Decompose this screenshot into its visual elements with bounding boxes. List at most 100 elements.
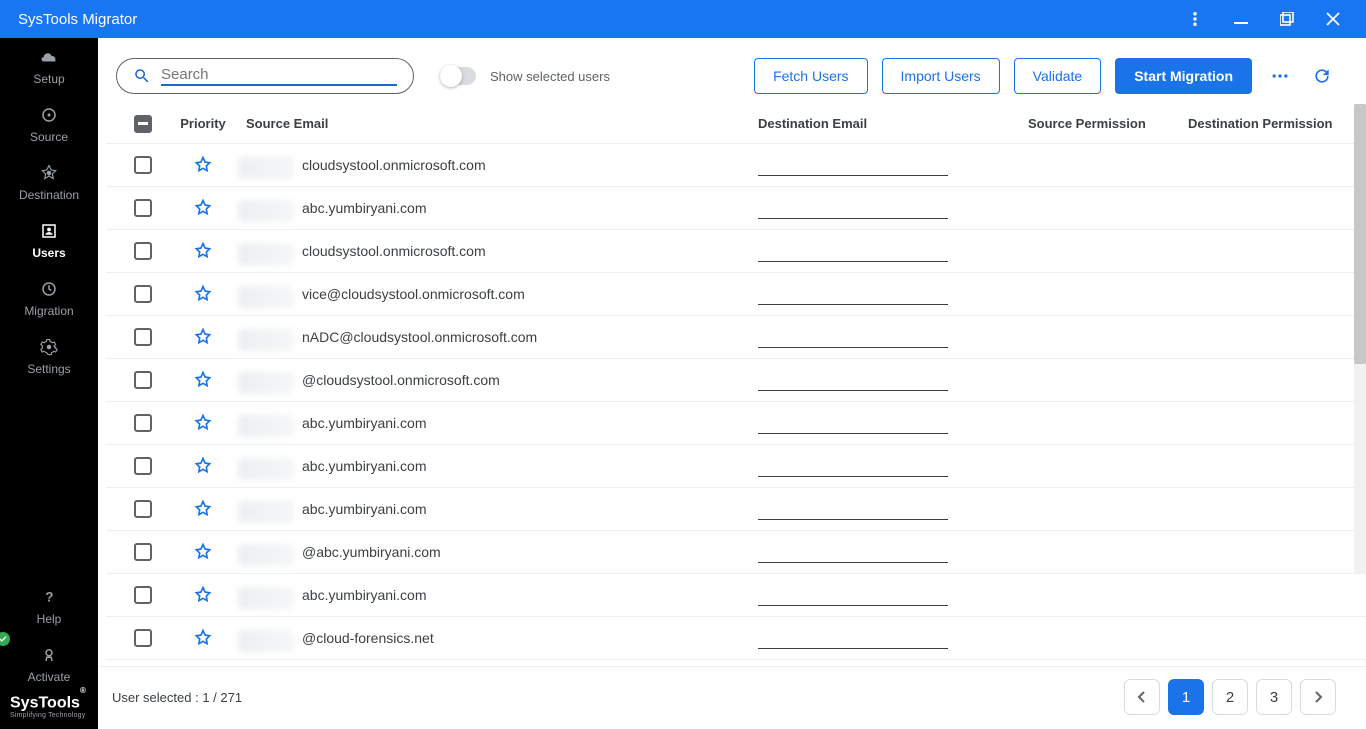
app-title: SysTools Migrator bbox=[18, 11, 137, 28]
destination-email-input[interactable] bbox=[758, 154, 948, 176]
table-row[interactable]: @abc.yumbiryani.com bbox=[106, 531, 1366, 574]
sidebar: Setup Source Destination Users Migration… bbox=[0, 38, 98, 729]
import-users-button[interactable]: Import Users bbox=[882, 58, 1000, 94]
page-2-button[interactable]: 2 bbox=[1212, 679, 1248, 715]
redacted-text bbox=[238, 286, 294, 308]
sidebar-item-migration[interactable]: Migration bbox=[0, 270, 98, 328]
sidebar-item-activate[interactable]: Activate bbox=[0, 636, 98, 694]
priority-star[interactable] bbox=[168, 155, 238, 175]
destination-email-input[interactable] bbox=[758, 369, 948, 391]
priority-star[interactable] bbox=[168, 370, 238, 390]
sidebar-item-source[interactable]: Source bbox=[0, 96, 98, 154]
destination-email-input[interactable] bbox=[758, 627, 948, 649]
start-migration-button[interactable]: Start Migration bbox=[1115, 58, 1252, 94]
redacted-text bbox=[238, 630, 294, 652]
priority-star[interactable] bbox=[168, 284, 238, 304]
search-box[interactable] bbox=[116, 58, 414, 94]
users-table: Priority Source Email Destination Email … bbox=[106, 104, 1366, 666]
close-button[interactable] bbox=[1310, 0, 1356, 38]
row-checkbox[interactable] bbox=[134, 543, 152, 561]
destination-email-input[interactable] bbox=[758, 240, 948, 262]
sidebar-item-settings[interactable]: Settings bbox=[0, 328, 98, 386]
priority-star[interactable] bbox=[168, 456, 238, 476]
destination-email-input[interactable] bbox=[758, 498, 948, 520]
priority-star[interactable] bbox=[168, 585, 238, 605]
row-checkbox[interactable] bbox=[134, 371, 152, 389]
page-1-button[interactable]: 1 bbox=[1168, 679, 1204, 715]
redacted-text bbox=[238, 157, 294, 179]
col-source-email[interactable]: Source Email bbox=[238, 116, 758, 131]
row-checkbox[interactable] bbox=[134, 285, 152, 303]
table-row[interactable]: abc.yumbiryani.com bbox=[106, 402, 1366, 445]
more-options-button[interactable] bbox=[1266, 58, 1294, 94]
table-row[interactable]: abc.yumbiryani.com bbox=[106, 574, 1366, 617]
sidebar-label-migration: Migration bbox=[24, 304, 73, 318]
destination-email-input[interactable] bbox=[758, 283, 948, 305]
source-email-text: @cloud-forensics.net bbox=[302, 630, 434, 646]
priority-star[interactable] bbox=[168, 241, 238, 261]
sidebar-item-help[interactable]: ? Help bbox=[0, 578, 98, 636]
page-3-button[interactable]: 3 bbox=[1256, 679, 1292, 715]
menu-dots-icon[interactable] bbox=[1172, 0, 1218, 38]
col-source-permission[interactable]: Source Permission bbox=[1028, 116, 1188, 131]
destination-email-input[interactable] bbox=[758, 197, 948, 219]
row-checkbox[interactable] bbox=[134, 156, 152, 174]
sidebar-item-destination[interactable]: Destination bbox=[0, 154, 98, 212]
row-checkbox[interactable] bbox=[134, 199, 152, 217]
source-email-text: abc.yumbiryani.com bbox=[302, 415, 427, 431]
content-area: Show selected users Fetch Users Import U… bbox=[98, 38, 1366, 729]
col-destination-email[interactable]: Destination Email bbox=[758, 116, 1028, 131]
table-row[interactable]: cloudsystool.onmicrosoft.com bbox=[106, 230, 1366, 273]
table-row[interactable]: @cloud-forensics.net bbox=[106, 617, 1366, 660]
destination-email-input[interactable] bbox=[758, 455, 948, 477]
show-selected-toggle[interactable] bbox=[442, 67, 476, 85]
maximize-button[interactable] bbox=[1264, 0, 1310, 38]
source-email-text: nADC@cloudsystool.onmicrosoft.com bbox=[302, 329, 537, 345]
redacted-text bbox=[238, 501, 294, 523]
priority-star[interactable] bbox=[168, 542, 238, 562]
toggle-label: Show selected users bbox=[490, 69, 610, 84]
minimize-button[interactable] bbox=[1218, 0, 1264, 38]
row-checkbox[interactable] bbox=[134, 414, 152, 432]
redacted-text bbox=[238, 329, 294, 351]
table-row[interactable]: nADC@cloudsystool.onmicrosoft.com bbox=[106, 316, 1366, 359]
row-checkbox[interactable] bbox=[134, 328, 152, 346]
col-priority[interactable]: Priority bbox=[168, 116, 238, 131]
search-icon bbox=[133, 67, 151, 85]
source-email-text: @abc.yumbiryani.com bbox=[302, 544, 441, 560]
priority-star[interactable] bbox=[168, 327, 238, 347]
table-row[interactable]: abc.yumbiryani.com bbox=[106, 187, 1366, 230]
table-row[interactable]: vice@cloudsystool.onmicrosoft.com bbox=[106, 273, 1366, 316]
destination-email-input[interactable] bbox=[758, 326, 948, 348]
check-badge-icon bbox=[0, 632, 10, 646]
validate-button[interactable]: Validate bbox=[1014, 58, 1102, 94]
redacted-text bbox=[238, 243, 294, 265]
refresh-button[interactable] bbox=[1308, 58, 1336, 94]
search-input[interactable] bbox=[161, 66, 397, 86]
row-checkbox[interactable] bbox=[134, 242, 152, 260]
priority-star[interactable] bbox=[168, 198, 238, 218]
table-row[interactable]: @cloudsystool.onmicrosoft.com bbox=[106, 359, 1366, 402]
table-row[interactable]: cloudsystool.onmicrosoft.com bbox=[106, 144, 1366, 187]
sidebar-item-setup[interactable]: Setup bbox=[0, 38, 98, 96]
sidebar-label-help: Help bbox=[37, 612, 62, 626]
destination-email-input[interactable] bbox=[758, 541, 948, 563]
select-all-checkbox[interactable] bbox=[134, 115, 152, 133]
destination-email-input[interactable] bbox=[758, 584, 948, 606]
priority-star[interactable] bbox=[168, 499, 238, 519]
sidebar-item-users[interactable]: Users bbox=[0, 212, 98, 270]
page-prev-button[interactable] bbox=[1124, 679, 1160, 715]
row-checkbox[interactable] bbox=[134, 629, 152, 647]
row-checkbox[interactable] bbox=[134, 500, 152, 518]
col-destination-permission[interactable]: Destination Permission bbox=[1188, 116, 1338, 131]
priority-star[interactable] bbox=[168, 413, 238, 433]
table-row[interactable]: abc.yumbiryani.com bbox=[106, 488, 1366, 531]
row-checkbox[interactable] bbox=[134, 457, 152, 475]
fetch-users-button[interactable]: Fetch Users bbox=[754, 58, 867, 94]
vertical-scrollbar[interactable] bbox=[1354, 104, 1366, 574]
row-checkbox[interactable] bbox=[134, 586, 152, 604]
priority-star[interactable] bbox=[168, 628, 238, 648]
table-row[interactable]: abc.yumbiryani.com bbox=[106, 445, 1366, 488]
page-next-button[interactable] bbox=[1300, 679, 1336, 715]
destination-email-input[interactable] bbox=[758, 412, 948, 434]
